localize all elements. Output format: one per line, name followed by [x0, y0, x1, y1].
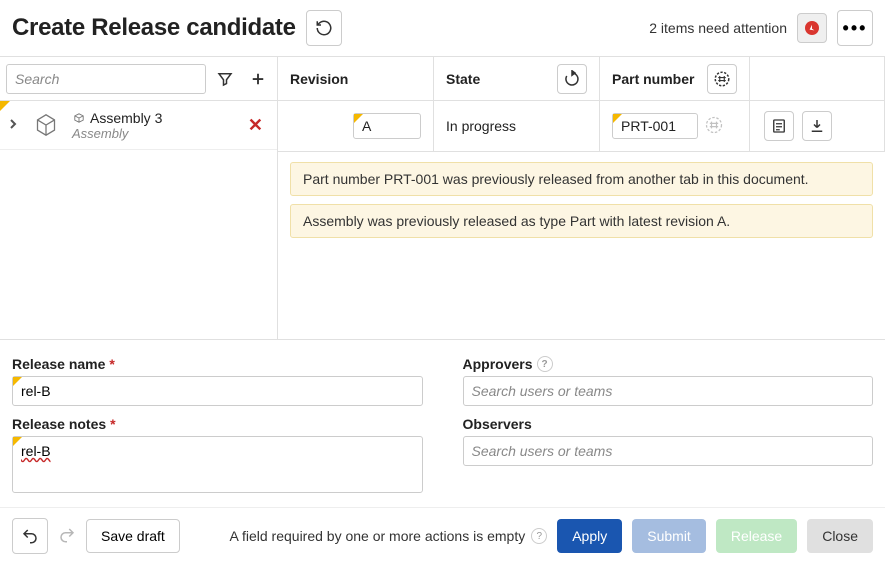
- col-header-partnum-label: Part number: [612, 71, 694, 87]
- redo-icon: [58, 526, 76, 544]
- save-draft-button[interactable]: Save draft: [86, 519, 180, 553]
- attention-badge-icon: [805, 21, 819, 35]
- release-notes-label: Release notes*: [12, 416, 423, 432]
- hash-circle-icon: [713, 70, 731, 88]
- cube-small-icon: [72, 111, 86, 125]
- form-section: Release name* Release notes* <span class…: [0, 339, 885, 507]
- col-header-state: State: [434, 57, 600, 100]
- undo-button[interactable]: [12, 518, 48, 554]
- cell-revision: A: [278, 101, 434, 151]
- search-input[interactable]: [6, 64, 206, 94]
- main-split: Assembly 3 Assembly ✕ Revision State Par…: [0, 56, 885, 339]
- release-name-input[interactable]: [21, 383, 414, 399]
- redo-button: [58, 526, 76, 547]
- observers-input-wrap: [463, 436, 874, 466]
- assembly-cube-icon: [28, 107, 64, 143]
- left-toolbar: [0, 57, 277, 101]
- warning-banner: Part number PRT-001 was previously relea…: [290, 162, 873, 196]
- left-panel: Assembly 3 Assembly ✕: [0, 57, 278, 339]
- cell-state: In progress: [434, 101, 600, 151]
- cell-partnum: PRT-001: [600, 101, 750, 151]
- form-col-right: Approvers ? Observers: [463, 356, 874, 503]
- col-header-actions: [750, 57, 885, 100]
- release-notes-input-wrap: <span class="wavy">rel-B</span>: [12, 436, 423, 493]
- cycle-icon: [563, 70, 581, 88]
- download-icon: [808, 117, 826, 135]
- more-icon: •••: [843, 18, 868, 39]
- add-button[interactable]: [245, 65, 272, 93]
- cell-actions: [750, 101, 885, 151]
- approvers-input-wrap: [463, 376, 874, 406]
- page-title: Create Release candidate: [12, 14, 296, 42]
- tree-row-assembly[interactable]: Assembly 3 Assembly ✕: [0, 101, 277, 150]
- approvers-label: Approvers ?: [463, 356, 874, 372]
- warning-banner: Assembly was previously released as type…: [290, 204, 873, 238]
- form-col-left: Release name* Release notes* <span class…: [12, 356, 423, 503]
- col-header-revision: Revision: [278, 57, 434, 100]
- top-bar: Create Release candidate 2 items need at…: [0, 0, 885, 56]
- release-button: Release: [716, 519, 797, 553]
- partnum-settings-button[interactable]: [707, 64, 737, 94]
- table-row: A In progress PRT-001: [278, 101, 885, 152]
- tree-row-text: Assembly 3 Assembly: [72, 110, 234, 141]
- tree-item-name: Assembly 3: [90, 110, 162, 126]
- partnum-field[interactable]: PRT-001: [612, 113, 698, 139]
- remove-item-button[interactable]: ✕: [242, 115, 269, 136]
- warnings-area: Part number PRT-001 was previously relea…: [278, 152, 885, 248]
- footer-bar: Save draft A field required by one or mo…: [0, 507, 885, 564]
- release-notes-textarea[interactable]: <span class="wavy">rel-B</span>: [21, 443, 414, 487]
- filter-button[interactable]: [212, 65, 239, 93]
- undo-icon: [21, 527, 39, 545]
- right-panel: Revision State Part number A: [278, 57, 885, 339]
- col-header-state-label: State: [446, 71, 480, 87]
- release-name-label: Release name*: [12, 356, 423, 372]
- col-header-partnum: Part number: [600, 57, 750, 100]
- observers-label: Observers: [463, 416, 874, 432]
- partnum-value: PRT-001: [621, 118, 676, 134]
- footer-message: A field required by one or more actions …: [230, 528, 548, 544]
- attention-text: 2 items need attention: [649, 20, 787, 36]
- filter-icon: [216, 70, 234, 88]
- refresh-icon: [315, 19, 333, 37]
- close-button[interactable]: Close: [807, 519, 873, 553]
- hash-gen-icon: [704, 115, 724, 135]
- release-name-input-wrap: [12, 376, 423, 406]
- properties-button[interactable]: [764, 111, 794, 141]
- partnum-gen-button[interactable]: [704, 115, 724, 138]
- approvers-input[interactable]: [472, 383, 865, 399]
- revision-value: A: [362, 118, 371, 134]
- refresh-button[interactable]: [306, 10, 342, 46]
- plus-icon: [249, 70, 267, 88]
- tree-item-type: Assembly: [72, 126, 234, 141]
- observers-input[interactable]: [472, 443, 865, 459]
- expand-chevron[interactable]: [8, 118, 20, 132]
- table-header: Revision State Part number: [278, 57, 885, 101]
- submit-button: Submit: [632, 519, 706, 553]
- help-icon[interactable]: ?: [537, 356, 553, 372]
- revision-field[interactable]: A: [353, 113, 421, 139]
- more-menu-button[interactable]: •••: [837, 10, 873, 46]
- help-icon[interactable]: ?: [531, 528, 547, 544]
- state-cycle-button[interactable]: [557, 64, 587, 94]
- properties-icon: [770, 117, 788, 135]
- close-icon: ✕: [248, 115, 263, 135]
- state-value: In progress: [446, 118, 516, 134]
- download-button[interactable]: [802, 111, 832, 141]
- apply-button[interactable]: Apply: [557, 519, 622, 553]
- attention-button[interactable]: [797, 13, 827, 43]
- chevron-right-icon: [8, 119, 18, 129]
